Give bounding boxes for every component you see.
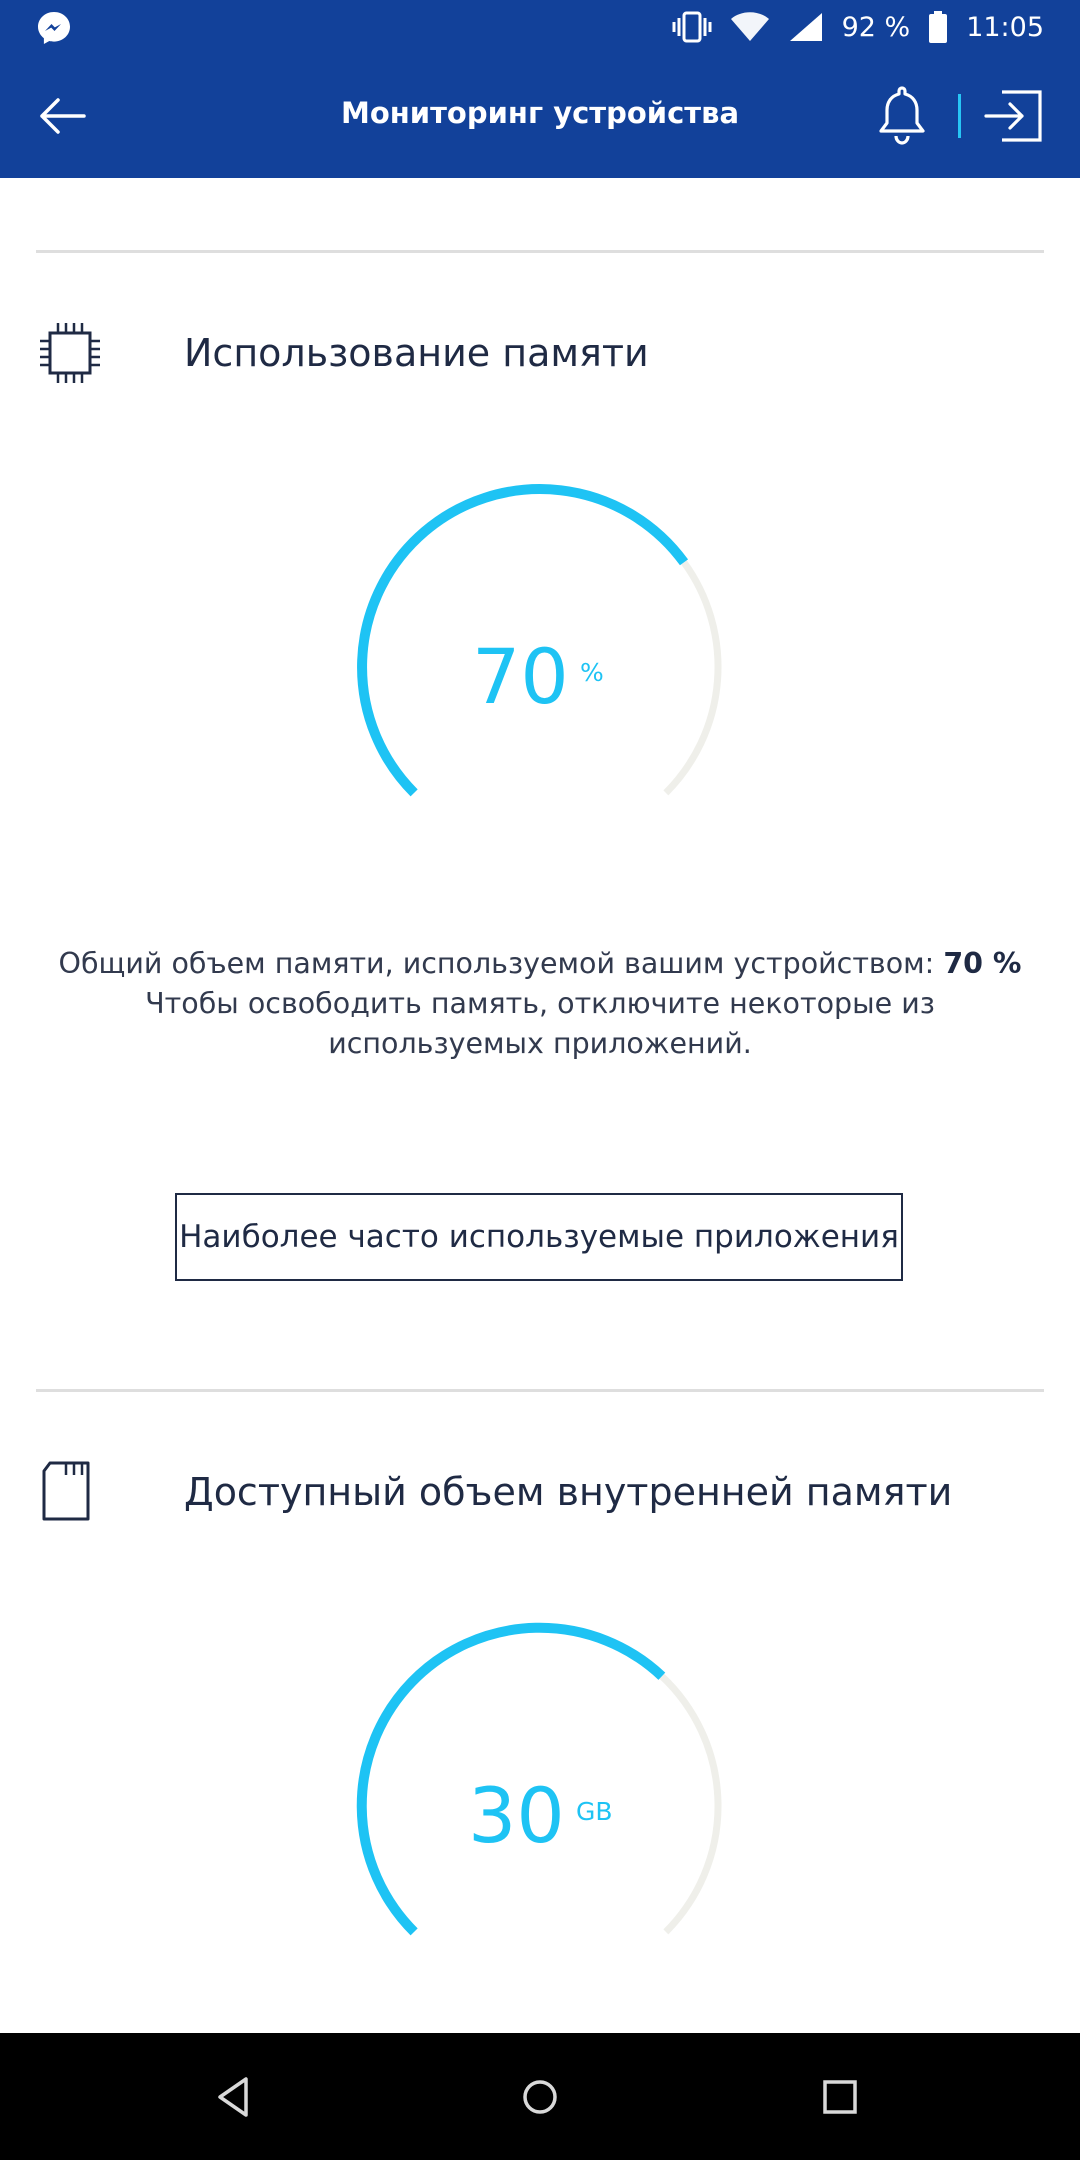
memory-section-header: Использование памяти [36,318,649,388]
signal-icon [789,13,822,41]
exit-icon[interactable] [984,88,1044,144]
status-bar: 92 % 11:05 [0,0,1080,54]
most-used-apps-button[interactable]: Наиболее часто используемые приложения [175,1193,903,1281]
section-divider [36,250,1044,253]
gauge-value: 30 [468,1771,565,1860]
clock: 11:05 [966,11,1044,43]
memory-section-title: Использование памяти [184,331,649,375]
sd-card-icon [42,1461,90,1521]
gauge-track [663,560,722,796]
chip-icon [40,323,100,383]
nav-recents-icon[interactable] [812,2069,868,2125]
wifi-icon [730,12,769,41]
nav-back-icon[interactable] [208,2069,264,2125]
gauge-unit: % [580,658,604,687]
battery-icon [929,11,948,43]
storage-section-title: Доступный объем внутренней памяти [184,1470,953,1514]
memory-description: Общий объем памяти, используемой вашим у… [58,947,1022,1060]
storage-section-header: Доступный объем внутренней памяти [36,1457,952,1527]
section-divider [36,1389,1044,1392]
memory-usage-gauge: 70 % [350,480,730,820]
header-separator [958,94,961,138]
vibrate-icon [672,11,712,43]
gauge-value: 70 [472,632,569,721]
storage-gauge: 30 GB [350,1619,730,1959]
bell-icon[interactable] [874,84,930,146]
app-bar: Мониторинг устройства [0,54,1080,178]
nav-home-icon[interactable] [512,2069,568,2125]
messenger-icon [38,12,70,44]
system-nav-bar [0,2033,1080,2160]
gauge-track [659,1673,722,1935]
battery-level: 92 % [841,11,911,43]
gauge-unit: GB [576,1797,613,1826]
memory-usage-value: 70 % [943,947,1022,980]
